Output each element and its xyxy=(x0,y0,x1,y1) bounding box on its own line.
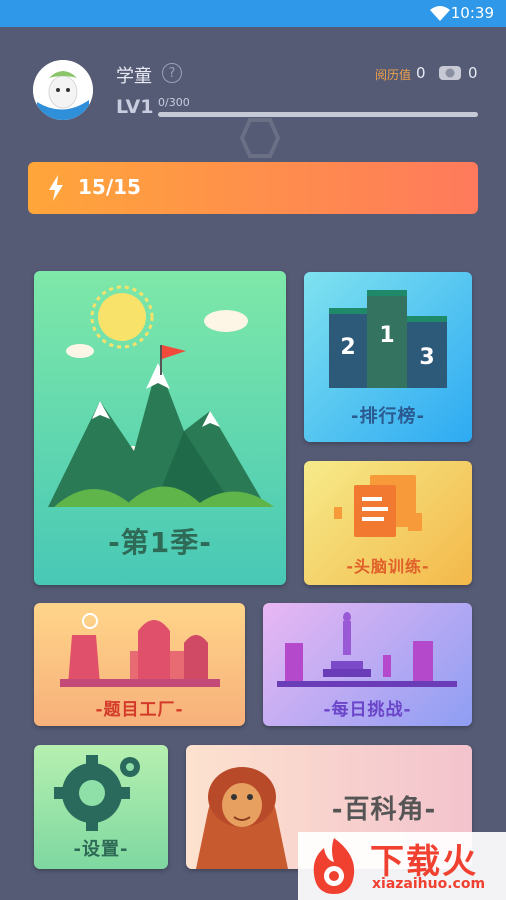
avatar-mascot-icon xyxy=(33,60,93,120)
energy-bar: 15/15 xyxy=(28,162,478,214)
documents-icon xyxy=(334,475,422,537)
brain-training-card[interactable]: -头脑训练- xyxy=(304,461,472,585)
status-bar: 10:39 xyxy=(0,0,506,27)
wifi-icon xyxy=(430,6,450,21)
encyclopedia-label: -百科角- xyxy=(331,795,437,825)
avatar[interactable] xyxy=(33,60,93,120)
podium-number: 2 xyxy=(340,335,355,360)
level-label: LV1 xyxy=(116,96,154,118)
mountain-illustration-icon xyxy=(48,285,274,507)
xp-progress-bar xyxy=(158,112,478,117)
daily-challenge-card[interactable]: -每日挑战- xyxy=(263,603,472,726)
brain-training-label: -头脑训练- xyxy=(346,557,430,576)
status-time: 10:39 xyxy=(450,4,494,22)
username: 学童 xyxy=(116,66,152,87)
season-label: -第1季- xyxy=(108,526,212,559)
watermark-url: xiazaihuo.com xyxy=(372,876,486,892)
gear-icon xyxy=(54,755,140,831)
question-factory-card[interactable]: -题目工厂- xyxy=(34,603,245,726)
energy-text: 15/15 xyxy=(78,175,141,199)
xp-text: 0/300 xyxy=(158,96,190,109)
experience-value: 0 xyxy=(416,64,426,82)
orangutan-icon xyxy=(196,767,288,869)
lightning-icon xyxy=(49,175,63,201)
experience-label: 阅历值 xyxy=(375,68,412,82)
leaderboard-label: -排行榜- xyxy=(351,406,425,427)
flame-logo-icon xyxy=(313,838,355,894)
coin-icon xyxy=(439,66,461,80)
coin-value: 0 xyxy=(468,64,478,82)
statue-icon xyxy=(277,612,457,687)
daily-challenge-label: -每日挑战- xyxy=(323,700,412,720)
podium-number: 1 xyxy=(379,323,394,348)
settings-card[interactable]: -设置- xyxy=(34,745,168,869)
watermark: 下载火 xiazaihuo.com xyxy=(298,832,506,900)
podium-icon: 2 1 3 xyxy=(329,290,447,388)
podium-number: 3 xyxy=(419,345,434,370)
factory-icon xyxy=(60,613,220,687)
help-icon[interactable]: ? xyxy=(162,63,182,83)
background-hexagon-icon xyxy=(240,118,280,158)
question-factory-label: -题目工厂- xyxy=(95,700,184,720)
settings-label: -设置- xyxy=(73,839,129,860)
leaderboard-card[interactable]: 2 1 3 -排行榜- xyxy=(304,272,472,442)
season-card[interactable]: -第1季- xyxy=(34,271,286,585)
